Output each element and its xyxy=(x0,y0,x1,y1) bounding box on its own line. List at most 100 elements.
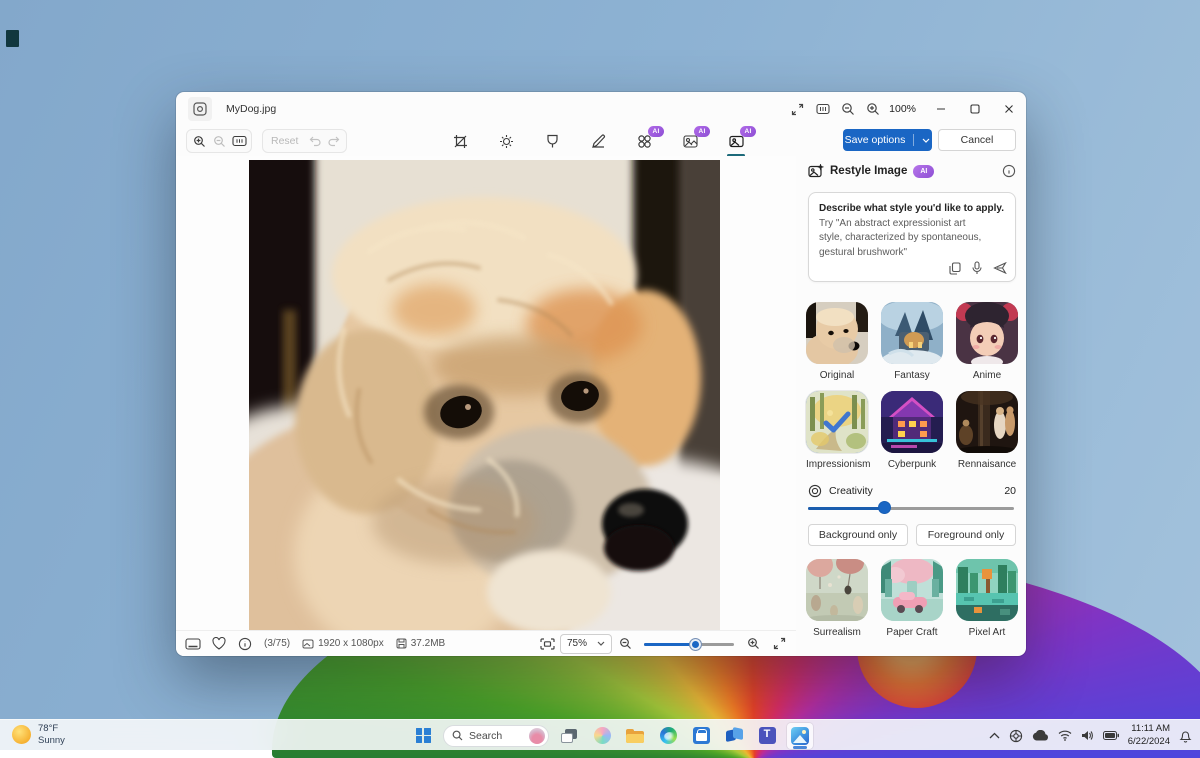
save-options-button[interactable]: Save options xyxy=(843,129,932,151)
copilot-icon xyxy=(594,727,611,744)
creativity-label: Creativity xyxy=(829,485,873,497)
style-thumb-cyberpunk[interactable] xyxy=(881,391,943,453)
viewer-footer: (3/75) 1920 x 1080px 37.2MB 75% xyxy=(176,630,796,656)
style-card-fantasy[interactable]: Fantasy xyxy=(881,302,943,381)
markup-tool-icon[interactable] xyxy=(588,130,608,152)
file-info-icon[interactable] xyxy=(232,633,258,655)
paste-icon[interactable] xyxy=(949,262,961,275)
taskbar-weather-widget[interactable]: 78°F Sunny xyxy=(12,723,65,747)
info-icon[interactable] xyxy=(1002,164,1016,178)
teams-button[interactable] xyxy=(754,723,780,749)
style-thumb-pixel-art[interactable] xyxy=(956,559,1018,621)
style-thumb-anime[interactable] xyxy=(956,302,1018,364)
prompt-heading: Describe what style you'd like to apply. xyxy=(819,202,1005,217)
onedrive-icon[interactable] xyxy=(1032,730,1049,741)
notifications-bell-icon[interactable] xyxy=(1179,729,1192,743)
panel-title: Restyle Image xyxy=(830,165,907,177)
style-label: Pixel Art xyxy=(956,627,1018,638)
viewer-zoom-slider[interactable] xyxy=(644,634,734,654)
cancel-button[interactable]: Cancel xyxy=(938,129,1016,151)
background-tool-icon[interactable]: AI xyxy=(680,130,700,152)
sunny-weather-icon xyxy=(12,725,31,744)
photos-taskbar-button[interactable] xyxy=(787,723,813,749)
style-thumb-impressionism[interactable] xyxy=(806,391,868,453)
style-card-anime[interactable]: Anime xyxy=(956,302,1018,381)
tray-security-icon[interactable] xyxy=(1009,729,1023,743)
style-thumb-rennaisance[interactable] xyxy=(956,391,1018,453)
restyle-tool-icon[interactable]: AI xyxy=(726,130,746,152)
split-button-divider xyxy=(913,134,914,146)
style-thumb-original[interactable] xyxy=(806,302,868,364)
style-card-paper-craft[interactable]: Paper Craft xyxy=(881,559,943,638)
edge-icon xyxy=(660,727,677,744)
copilot-button[interactable] xyxy=(589,723,615,749)
style-card-pixel-art[interactable]: Pixel Art xyxy=(956,559,1018,638)
photos-app-icon[interactable] xyxy=(188,97,212,121)
style-label: Surrealism xyxy=(806,627,868,638)
search-highlight-thumbnail xyxy=(529,728,545,744)
selected-check-icon xyxy=(806,391,868,453)
reset-button[interactable]: Reset xyxy=(265,135,304,147)
fit-view-icon[interactable] xyxy=(534,633,560,655)
style-card-surrealism[interactable]: Surrealism xyxy=(806,559,868,638)
viewer-zoom-in-icon[interactable] xyxy=(740,633,766,655)
wifi-icon[interactable] xyxy=(1058,730,1072,741)
viewer-zoom-select[interactable]: 75% xyxy=(560,634,612,654)
crop-tool-icon[interactable] xyxy=(450,130,470,152)
style-card-impressionism[interactable]: Impressionism xyxy=(806,391,868,470)
canvas-zoom-in-icon[interactable] xyxy=(189,131,209,151)
fullscreen-icon[interactable] xyxy=(766,633,792,655)
microsoft-store-icon xyxy=(693,727,710,744)
desktop-accent-square xyxy=(6,30,19,47)
canvas-actual-size-icon[interactable] xyxy=(229,131,249,151)
image-canvas xyxy=(176,156,796,630)
photo-filesize-value: 37.2MB xyxy=(411,638,445,649)
generative-erase-tool-icon[interactable]: AI xyxy=(634,130,654,152)
photo-mydog[interactable] xyxy=(249,160,720,630)
filmstrip-toggle-icon[interactable] xyxy=(180,633,206,655)
taskbar-search-box[interactable]: Search xyxy=(443,725,549,747)
file-explorer-icon xyxy=(626,729,644,743)
taskbar-clock[interactable]: 11:11 AM 6/22/2024 xyxy=(1128,723,1170,748)
creativity-slider-thumb[interactable] xyxy=(878,501,891,514)
canvas-zoom-out-icon[interactable] xyxy=(209,131,229,151)
file-explorer-button[interactable] xyxy=(622,723,648,749)
viewer-zoom-slider-thumb[interactable] xyxy=(689,638,702,651)
volume-icon[interactable] xyxy=(1081,730,1094,741)
hidden-icons-chevron-icon[interactable] xyxy=(989,732,1000,739)
taskbar: 78°F Sunny Search xyxy=(0,719,1200,750)
style-label: Paper Craft xyxy=(881,627,943,638)
style-label: Original xyxy=(806,370,868,381)
redo-icon[interactable] xyxy=(324,131,344,151)
style-thumb-paper-craft[interactable] xyxy=(881,559,943,621)
task-view-button[interactable] xyxy=(556,723,582,749)
microsoft-store-button[interactable] xyxy=(688,723,714,749)
photos-taskbar-icon xyxy=(791,727,809,745)
outlook-button[interactable] xyxy=(721,723,747,749)
filter-tool-icon[interactable] xyxy=(542,130,562,152)
style-thumb-surrealism[interactable] xyxy=(806,559,868,621)
style-card-cyberpunk[interactable]: Cyberpunk xyxy=(881,391,943,470)
search-placeholder: Search xyxy=(469,730,523,742)
photos-active-indicator xyxy=(793,746,807,749)
edge-button[interactable] xyxy=(655,723,681,749)
search-icon xyxy=(452,730,463,741)
viewer-zoom-out-icon[interactable] xyxy=(612,633,638,655)
style-card-rennaisance[interactable]: Rennaisance xyxy=(956,391,1018,470)
outlook-icon xyxy=(726,728,743,743)
battery-icon[interactable] xyxy=(1103,731,1119,740)
style-prompt-input[interactable]: Describe what style you'd like to apply.… xyxy=(808,192,1016,282)
foreground-only-button[interactable]: Foreground only xyxy=(916,524,1016,546)
window-title: MyDog.jpg xyxy=(226,103,276,115)
style-card-original[interactable]: Original xyxy=(806,302,868,381)
start-button[interactable] xyxy=(410,723,436,749)
send-icon[interactable] xyxy=(993,262,1007,274)
style-thumb-fantasy[interactable] xyxy=(881,302,943,364)
undo-icon[interactable] xyxy=(304,131,324,151)
microphone-icon[interactable] xyxy=(972,261,982,275)
favorite-icon[interactable] xyxy=(206,633,232,655)
creativity-slider[interactable] xyxy=(808,498,1014,518)
background-only-button[interactable]: Background only xyxy=(808,524,908,546)
adjust-tool-icon[interactable] xyxy=(496,130,516,152)
clock-time: 11:11 AM xyxy=(1128,723,1170,735)
